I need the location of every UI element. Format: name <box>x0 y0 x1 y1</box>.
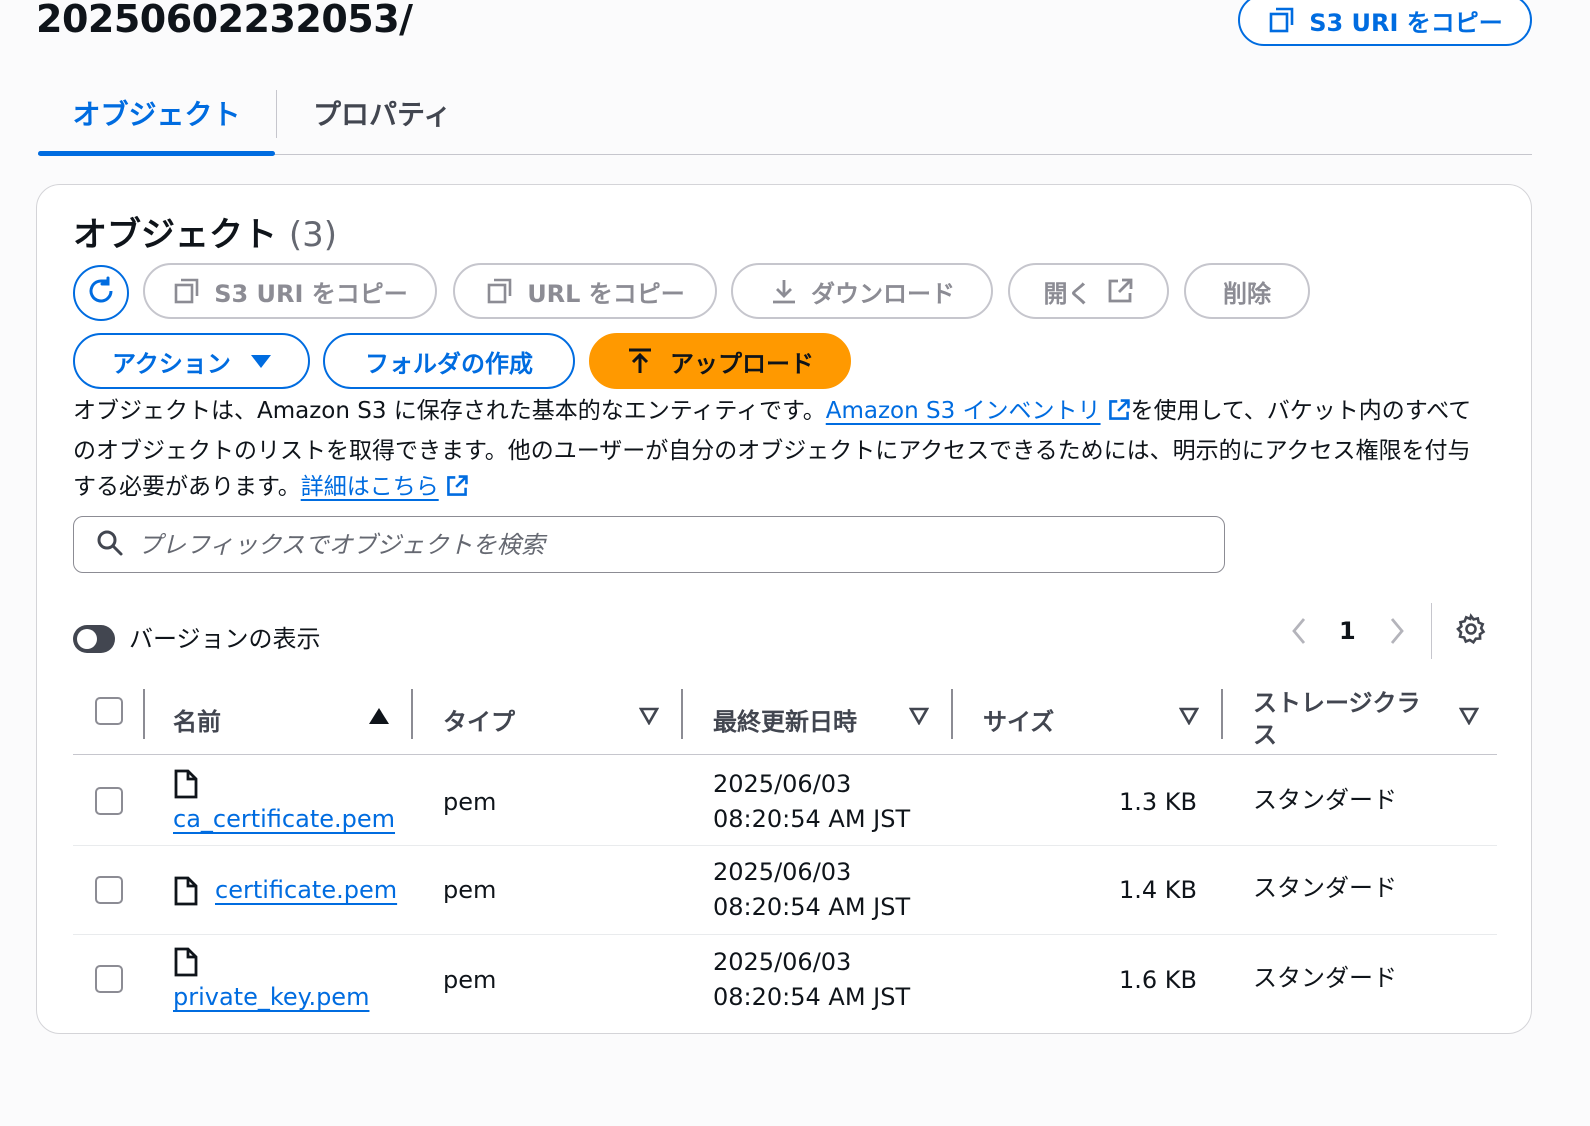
object-storage-class: スタンダード <box>1253 874 1397 902</box>
objects-panel: オブジェクト (3) S3 URI をコピー URL をコピー ダウンロード 開… <box>36 184 1532 1034</box>
column-header-name[interactable]: 名前 <box>173 683 221 755</box>
download-icon <box>769 276 799 306</box>
copy-icon <box>172 276 202 306</box>
table-row: private_key.pem pem 2025/06/03 08:20:54 … <box>73 935 1497 1027</box>
inventory-link-label: Amazon S3 インベントリ <box>825 398 1101 424</box>
column-header-storage-class[interactable]: ストレージクラス <box>1253 683 1433 755</box>
object-name-link[interactable]: ca_certificate.pem <box>173 801 395 837</box>
objects-description: オブジェクトは、Amazon S3 に保存された基本的なエンティティです。Ama… <box>73 393 1493 509</box>
previous-page-button[interactable] <box>1289 615 1309 651</box>
objects-heading: オブジェクト (3) <box>73 213 337 257</box>
column-divider <box>1221 689 1223 739</box>
column-header-type[interactable]: タイプ <box>443 683 515 755</box>
download-button[interactable]: ダウンロード <box>731 263 993 319</box>
learn-more-link[interactable]: 詳細はこちら <box>301 474 469 500</box>
object-storage-class: スタンダード <box>1253 964 1397 992</box>
tab-divider <box>276 90 277 138</box>
copy-s3-uri-toolbar-button[interactable]: S3 URI をコピー <box>143 263 437 319</box>
object-size: 1.6 KB <box>1119 966 1197 994</box>
sort-descending-icon[interactable] <box>1178 707 1200 729</box>
external-link-icon <box>445 473 469 509</box>
search-box <box>73 516 1225 573</box>
delete-button[interactable]: 削除 <box>1184 263 1310 319</box>
column-divider <box>951 689 953 739</box>
objects-count: (3) <box>288 215 338 255</box>
sort-descending-icon[interactable] <box>638 707 660 729</box>
sort-descending-icon[interactable] <box>908 707 930 729</box>
select-all-checkbox[interactable] <box>95 697 123 725</box>
copy-s3-uri-toolbar-label: S3 URI をコピー <box>214 279 408 308</box>
next-page-button[interactable] <box>1387 615 1407 651</box>
object-time: 08:20:54 AM JST <box>713 805 911 833</box>
learn-more-label: 詳細はこちら <box>300 474 439 500</box>
upload-button[interactable]: アップロード <box>589 333 851 389</box>
external-link-icon <box>1107 397 1131 433</box>
copy-s3-uri-label: S3 URI をコピー <box>1309 8 1503 37</box>
row-checkbox[interactable] <box>95 876 123 904</box>
object-name-link[interactable]: certificate.pem <box>215 872 397 908</box>
column-divider <box>143 689 145 739</box>
caret-down-icon <box>250 353 271 369</box>
tab-objects[interactable]: オブジェクト <box>38 88 275 156</box>
object-time: 08:20:54 AM JST <box>713 893 911 921</box>
settings-gear-icon[interactable] <box>1455 613 1487 649</box>
object-storage-class: スタンダード <box>1253 786 1397 814</box>
actions-label: アクション <box>112 349 231 378</box>
object-type: pem <box>443 788 497 816</box>
column-header-size[interactable]: サイズ <box>983 683 1054 755</box>
table-row: certificate.pem pem 2025/06/03 08:20:54 … <box>73 846 1497 935</box>
copy-url-label: URL をコピー <box>527 279 685 308</box>
column-divider <box>681 689 683 739</box>
create-folder-button[interactable]: フォルダの作成 <box>323 333 575 389</box>
object-date: 2025/06/03 <box>713 858 852 886</box>
tab-bar: オブジェクト プロパティ <box>38 88 1532 156</box>
object-time: 08:20:54 AM JST <box>713 983 911 1011</box>
sort-ascending-icon[interactable] <box>369 707 389 729</box>
row-checkbox[interactable] <box>95 965 123 993</box>
row-checkbox[interactable] <box>95 787 123 815</box>
pager-divider <box>1431 603 1432 659</box>
object-type: pem <box>443 966 497 994</box>
upload-label: アップロード <box>670 349 814 378</box>
table-header: 名前 タイプ 最終更新日時 サイズ ストレージクラス <box>73 683 1497 755</box>
copy-icon <box>485 276 515 306</box>
external-link-icon <box>1106 277 1134 305</box>
column-divider <box>411 689 413 739</box>
copy-icon <box>1267 5 1297 35</box>
current-page-number[interactable]: 1 <box>1339 613 1356 649</box>
copy-s3-uri-button[interactable]: S3 URI をコピー <box>1238 0 1532 46</box>
refresh-button[interactable] <box>73 265 129 321</box>
file-icon <box>173 769 199 803</box>
file-icon <box>173 876 199 910</box>
search-icon <box>96 529 124 561</box>
tab-properties[interactable]: プロパティ <box>313 88 451 154</box>
page-title: 20250602232053/ <box>36 0 413 41</box>
refresh-icon <box>85 275 117 311</box>
object-date: 2025/06/03 <box>713 770 852 798</box>
copy-url-button[interactable]: URL をコピー <box>453 263 717 319</box>
object-name-link[interactable]: private_key.pem <box>173 979 369 1015</box>
actions-dropdown[interactable]: アクション <box>73 333 310 389</box>
search-input[interactable] <box>138 530 1198 559</box>
table-row: ca_certificate.pem pem 2025/06/03 08:20:… <box>73 757 1497 846</box>
show-versions-toggle[interactable] <box>73 625 115 653</box>
upload-icon <box>626 347 654 375</box>
file-icon <box>173 947 199 981</box>
object-size: 1.3 KB <box>1119 788 1197 816</box>
object-size: 1.4 KB <box>1119 876 1197 904</box>
object-date: 2025/06/03 <box>713 948 852 976</box>
open-button[interactable]: 開く <box>1008 263 1169 319</box>
download-label: ダウンロード <box>811 279 955 308</box>
show-versions-label: バージョンの表示 <box>129 625 321 653</box>
objects-heading-label: オブジェクト <box>73 215 277 255</box>
object-type: pem <box>443 876 497 904</box>
sort-descending-icon[interactable] <box>1458 707 1480 729</box>
description-text-1: オブジェクトは、Amazon S3 に保存された基本的なエンティティです。 <box>73 398 826 424</box>
open-label: 開く <box>1043 279 1092 308</box>
inventory-link[interactable]: Amazon S3 インベントリ <box>826 398 1131 424</box>
column-header-last-modified[interactable]: 最終更新日時 <box>713 683 857 755</box>
